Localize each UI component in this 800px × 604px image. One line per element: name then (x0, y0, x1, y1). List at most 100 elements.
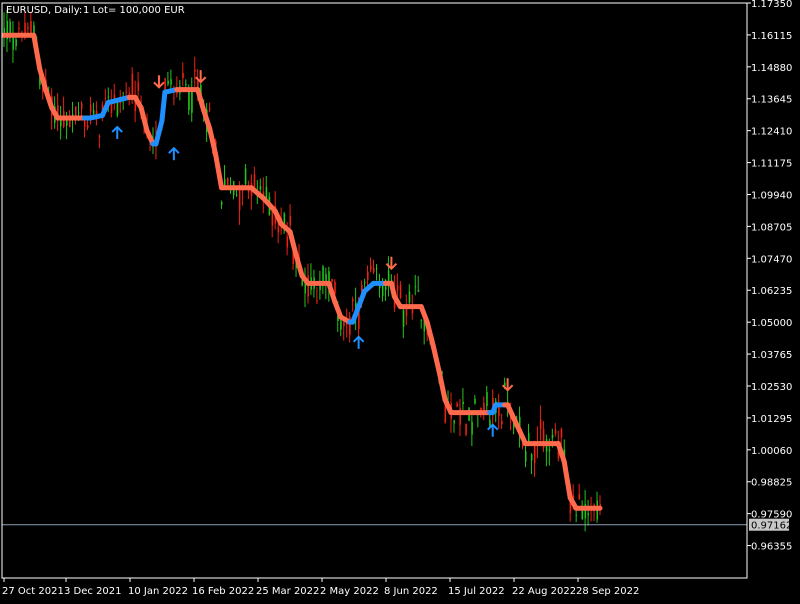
candle-body (125, 91, 128, 93)
candle-body (235, 194, 238, 196)
y-tick-label: 1.01295 (751, 414, 792, 425)
candle-body (227, 177, 229, 185)
candle-body (265, 186, 268, 200)
candle-body (525, 451, 527, 462)
candle-body (539, 419, 542, 430)
candle-body (414, 286, 417, 288)
candle-body (367, 271, 369, 281)
candle-body (530, 454, 533, 461)
price-chart[interactable]: 1.17350 1.16115 1.14880 1.13645 1.12410 1.111… (0, 0, 800, 600)
candle-body (286, 236, 289, 248)
candle-body (131, 73, 134, 99)
candle-body (554, 429, 557, 434)
candle-body (27, 27, 29, 29)
candle-body (501, 420, 503, 425)
candle-body (486, 392, 488, 407)
candle-body (548, 449, 551, 452)
chart-canvas[interactable]: 1.17350 1.16115 1.14880 1.13645 1.12410 1.111… (0, 0, 800, 600)
candle-body (343, 322, 345, 327)
candle-body (331, 279, 333, 282)
y-tick-label: 1.06235 (751, 286, 792, 297)
y-tick-label: 1.02530 (751, 382, 792, 393)
x-tick-label: 22 Aug 2022 (512, 586, 576, 597)
y-tick-label: 1.14880 (751, 63, 792, 74)
candle-body (182, 72, 184, 78)
candle-body (289, 215, 292, 226)
candle-body (221, 202, 223, 205)
candle-body (560, 428, 563, 438)
candle-body (462, 401, 464, 405)
candle-body (167, 80, 169, 85)
candle-body (80, 103, 83, 110)
candle-body (352, 299, 354, 302)
candle-body (18, 27, 20, 30)
y-tick-label: 1.08705 (751, 222, 792, 233)
candle-body (83, 120, 86, 127)
candle-body (78, 112, 80, 114)
x-tick-label: 10 Jan 2022 (128, 586, 188, 597)
x-tick-label: 3 Dec 2021 (64, 586, 122, 597)
candle-body (575, 515, 578, 517)
candle-body (417, 289, 420, 292)
candle-body (381, 284, 384, 297)
candle-body (578, 494, 581, 500)
trend-segment (159, 89, 168, 124)
candle-body (253, 174, 256, 188)
candle-body (453, 420, 455, 424)
candle-body (86, 124, 89, 129)
candle-body (456, 403, 458, 407)
x-tick-label: 2 May 2022 (320, 586, 379, 597)
candle-body (402, 310, 405, 327)
candle-body (137, 82, 140, 91)
candle-body (283, 213, 286, 225)
current-price-label: 0.97162 (751, 521, 792, 532)
y-tick-label: 0.96355 (751, 542, 792, 553)
candle-body (259, 186, 262, 190)
candle-body (420, 319, 423, 321)
x-tick-label: 16 Feb 2022 (192, 586, 254, 597)
x-tick-label: 15 Jul 2022 (448, 586, 505, 597)
candle-body (474, 398, 476, 404)
candle-body (238, 189, 241, 211)
candle-body (334, 281, 336, 294)
y-tick-label: 1.03765 (751, 350, 792, 361)
y-tick-label: 1.13645 (751, 95, 792, 106)
candle-body (107, 96, 110, 98)
candle-body (396, 285, 399, 291)
candle-body (89, 104, 92, 112)
candle-body (188, 92, 190, 110)
y-tick-label: 1.07470 (751, 254, 792, 265)
x-tick-label: 28 Sep 2022 (576, 586, 639, 597)
candle-body (587, 513, 590, 516)
x-tick-label: 8 Jun 2022 (384, 586, 438, 597)
x-tick-label: 27 Oct 2021 (2, 586, 64, 597)
candle-body (408, 291, 411, 303)
candle-body (9, 21, 11, 34)
candle-body (92, 110, 95, 115)
lot-size-label: 1 Lot= 100,000 EUR (83, 5, 185, 16)
y-tick-label: 1.11175 (751, 159, 792, 170)
candle-body (244, 168, 247, 185)
candle-body (465, 423, 467, 435)
candle-body (370, 265, 372, 270)
candle-body (316, 300, 318, 302)
y-tick-label: 1.09940 (751, 190, 792, 201)
candle-body (191, 89, 193, 113)
candle-body (173, 97, 175, 99)
candle-body (364, 281, 366, 283)
x-tick-label: 25 Mar 2022 (256, 586, 319, 597)
candle-body (340, 320, 342, 330)
candle-body (15, 39, 17, 47)
y-tick-label: 0.98825 (751, 478, 792, 489)
candle-body (307, 275, 309, 297)
y-tick-label: 1.00060 (751, 446, 792, 457)
y-tick-label: 1.17350 (751, 0, 792, 10)
candle-body (185, 83, 187, 85)
y-tick-label: 1.16115 (751, 31, 792, 42)
candle-body (33, 25, 35, 33)
candle-body (277, 226, 280, 233)
candle-body (376, 268, 378, 270)
candle-body (170, 79, 172, 85)
candle-body (551, 434, 554, 439)
candle-body (194, 69, 196, 72)
